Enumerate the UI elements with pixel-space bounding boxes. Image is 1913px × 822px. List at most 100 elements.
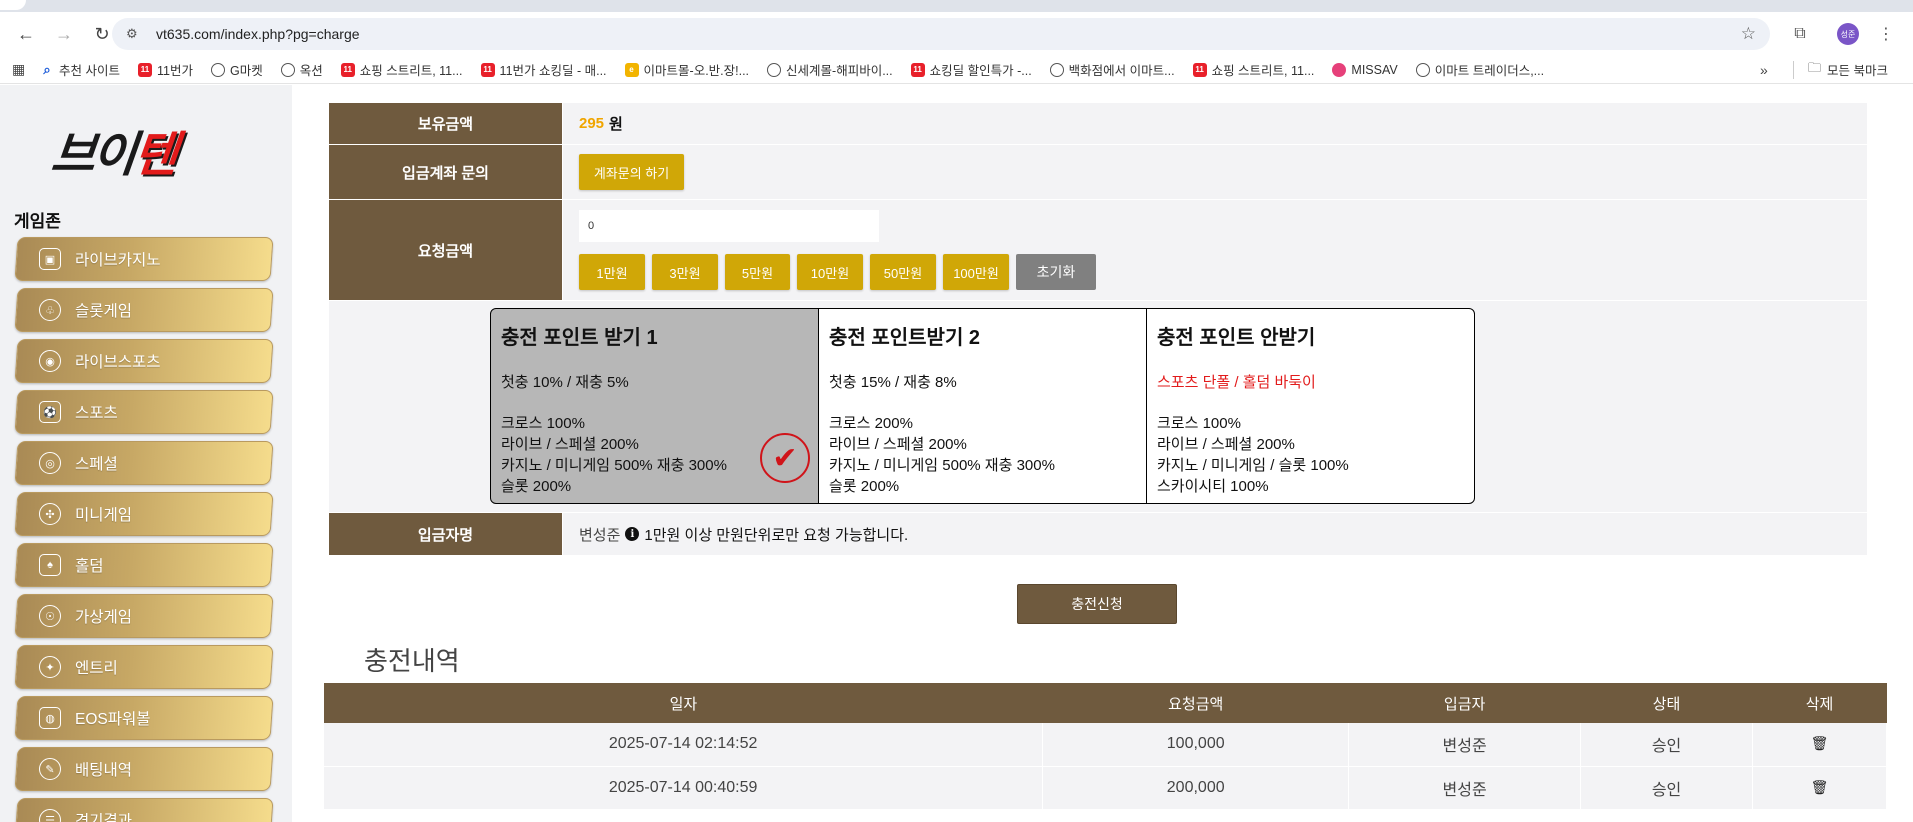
cell-date: 2025-07-14 02:14:52 bbox=[324, 723, 1044, 767]
bookmark-label: 추천 사이트 bbox=[59, 64, 120, 78]
sidebar-item[interactable]: ◉ 라이브스포츠 bbox=[14, 339, 274, 383]
bookmark-item[interactable]: 백화점에서 이마트... bbox=[1049, 60, 1175, 79]
cell-delete: 🗑 bbox=[1752, 766, 1887, 810]
menu-item-icon: ✣ bbox=[39, 503, 61, 525]
amount-button[interactable]: 50만원 bbox=[870, 254, 936, 290]
bookmark-label: 쇼핑 스트리트, 11... bbox=[1211, 64, 1315, 78]
amount-button[interactable]: 10만원 bbox=[797, 254, 863, 290]
bookmark-label: MISSAV bbox=[1351, 62, 1398, 77]
sidebar-item[interactable]: ☉ 가상게임 bbox=[14, 594, 274, 638]
apps-grid-icon[interactable]: ▦ bbox=[12, 61, 26, 78]
column-header: 입금자 bbox=[1348, 683, 1581, 723]
amount-button[interactable]: 3만원 bbox=[652, 254, 718, 290]
sidebar-item[interactable]: ♠ 홀덤 bbox=[14, 543, 274, 587]
point-option-card[interactable]: 충전 포인트받기 2 첫충 15% / 재충 8% 크로스 200% 라이브 / 스페… bbox=[818, 308, 1147, 504]
sidebar-item[interactable]: ⚽ 스포츠 bbox=[14, 390, 274, 434]
bookmark-item[interactable]: ⌕ 추천 사이트 bbox=[40, 60, 120, 79]
bookmark-item[interactable]: 11 쇼킹딜 할인특가 -... bbox=[910, 60, 1032, 79]
pink-favicon-icon bbox=[1332, 62, 1347, 77]
active-tab[interactable] bbox=[0, 0, 26, 10]
account-row: 입금계좌 문의 계좌문의 하기 bbox=[329, 145, 1867, 200]
cell-date: 2025-07-14 00:40:59 bbox=[324, 766, 1044, 810]
point-option-rate: 첫충 10% / 재충 5% bbox=[501, 374, 629, 391]
amount-button[interactable]: 5만원 bbox=[725, 254, 790, 290]
trash-icon[interactable]: 🗑 bbox=[1811, 735, 1829, 751]
point-option-card[interactable]: 충전 포인트 받기 1 첫충 10% / 재충 5% 크로스 100% 라이브 / 스… bbox=[490, 308, 819, 504]
depositor-name: 변성준 bbox=[579, 526, 621, 544]
column-header: 요청금액 bbox=[1042, 683, 1349, 723]
site-logo[interactable]: 브이텐 bbox=[48, 115, 179, 185]
bookmark-item[interactable]: 11 11번가 bbox=[137, 60, 193, 79]
bookmark-item[interactable]: 11 11번가 쇼킹딜 - 매... bbox=[480, 60, 607, 79]
bookmark-item[interactable]: e 이마트몰-오.반.장!... bbox=[624, 60, 749, 79]
sidebar-item-label: 라이브카지노 bbox=[75, 252, 161, 269]
bookmark-item[interactable]: 11 쇼핑 스트리트, 11... bbox=[340, 60, 463, 79]
main-content: 보유금액 295 원 입금계좌 문의 계좌문의 하기 요청금액 0 1만원 3만원… bbox=[292, 85, 1913, 822]
sidebar-item[interactable]: ▣ 라이브카지노 bbox=[14, 237, 274, 281]
back-icon[interactable]: ← bbox=[14, 22, 38, 46]
red-favicon-icon: 11 bbox=[340, 62, 355, 77]
menu-item-icon: ☉ bbox=[39, 605, 61, 627]
extensions-icon[interactable]: ⧉ bbox=[1788, 22, 1812, 46]
amount-input[interactable]: 0 bbox=[579, 210, 879, 242]
menu-item-icon: ◎ bbox=[39, 452, 61, 474]
point-option-card[interactable]: 충전 포인트 안받기 스포츠 단폴 / 홀덤 바둑이 크로스 100% 라이브 / 스… bbox=[1146, 308, 1475, 504]
sidebar: 브이텐 게임존 ▣ 라이브카지노 ♧ 슬롯게임 ◉ 라이브스포츠 ⚽ 스포츠 ◎ 스페셜 ✣ 미니게임… bbox=[0, 85, 292, 822]
profile-avatar[interactable]: 성준 bbox=[1836, 22, 1860, 46]
amount-button-group: 1만원 3만원 5만원 10만원 50만원 100만원 초기화 bbox=[579, 254, 1096, 290]
bookmark-item[interactable]: 11 쇼핑 스트리트, 11... bbox=[1192, 60, 1315, 79]
account-inquiry-button[interactable]: 계좌문의 하기 bbox=[579, 154, 684, 190]
reload-icon[interactable]: ↻ bbox=[90, 22, 114, 46]
reset-button[interactable]: 초기화 bbox=[1016, 254, 1096, 290]
red-favicon-icon: 11 bbox=[480, 62, 495, 77]
bookmark-label: 백화점에서 이마트... bbox=[1068, 64, 1175, 78]
history-table: 일자 요청금액 입금자 상태 삭제 2025-07-14 02:14:52 100,000… bbox=[324, 683, 1887, 810]
submit-charge-button[interactable]: 충전신청 bbox=[1017, 584, 1177, 624]
point-option-detail: 카지노 / 미니게임 / 슬롯 100% bbox=[1157, 457, 1349, 474]
bookmark-item[interactable]: 옥션 bbox=[280, 60, 323, 79]
menu-item-icon: ◉ bbox=[39, 350, 61, 372]
check-icon: ✔ bbox=[760, 433, 810, 483]
cell-depositor: 변성준 bbox=[1348, 723, 1582, 767]
bookmark-item[interactable]: G마켓 bbox=[210, 60, 263, 79]
red-favicon-icon: 11 bbox=[137, 62, 152, 77]
sidebar-item-label: 라이브스포츠 bbox=[75, 354, 161, 371]
address-bar[interactable]: ⚙ vt635.com/index.php?pg=charge ☆ bbox=[112, 18, 1770, 50]
menu-icon[interactable]: ⋮ bbox=[1874, 22, 1898, 46]
depositor-row: 입금자명 변성준 i 1만원 이상 만원단위로만 요청 가능합니다. bbox=[329, 513, 1867, 556]
sidebar-item-label: 경기결과 bbox=[75, 813, 133, 822]
globe-favicon-icon bbox=[1415, 62, 1430, 77]
all-bookmarks-folder[interactable]: 🗀 모든 북마크 bbox=[1808, 59, 1888, 81]
red-favicon-icon: 11 bbox=[1192, 62, 1207, 77]
depositor-cell: 변성준 i 1만원 이상 만원단위로만 요청 가능합니다. bbox=[563, 513, 1867, 555]
bookmark-item[interactable]: 이마트 트레이더스,... bbox=[1415, 60, 1544, 79]
sidebar-item-label: 슬롯게임 bbox=[75, 303, 133, 320]
bookmark-star-icon[interactable]: ☆ bbox=[1741, 24, 1756, 44]
sidebar-item-label: 배팅내역 bbox=[75, 762, 133, 779]
column-header: 일자 bbox=[324, 683, 1043, 723]
section-title: 게임존 bbox=[14, 212, 61, 231]
more-bookmarks-icon[interactable]: » bbox=[1760, 62, 1768, 78]
sidebar-item[interactable]: ☰ 경기결과 bbox=[14, 798, 274, 822]
bookmark-item[interactable]: 신세계몰-해피바이... bbox=[767, 60, 893, 79]
sidebar-item[interactable]: ◍ EOS파워볼 bbox=[14, 696, 274, 740]
bookmark-item[interactable]: MISSAV bbox=[1332, 62, 1398, 77]
menu-item-icon: ♠ bbox=[39, 554, 61, 576]
sidebar-item[interactable]: ✦ 엔트리 bbox=[14, 645, 274, 689]
trash-icon[interactable]: 🗑 bbox=[1811, 779, 1829, 795]
sidebar-item-label: 홀덤 bbox=[75, 558, 104, 575]
point-option-cards: 충전 포인트 받기 1 첫충 10% / 재충 5% 크로스 100% 라이브 / 스… bbox=[329, 308, 1867, 512]
site-info-icon[interactable]: ⚙ bbox=[126, 26, 146, 42]
sidebar-item[interactable]: ◎ 스페셜 bbox=[14, 441, 274, 485]
account-label: 입금계좌 문의 bbox=[329, 145, 563, 199]
sidebar-item[interactable]: ✎ 배팅내역 bbox=[14, 747, 274, 791]
url-text[interactable]: vt635.com/index.php?pg=charge bbox=[156, 26, 360, 42]
sidebar-item[interactable]: ✣ 미니게임 bbox=[14, 492, 274, 536]
page-content: 브이텐 게임존 ▣ 라이브카지노 ♧ 슬롯게임 ◉ 라이브스포츠 ⚽ 스포츠 ◎ 스페셜 ✣ 미니게임… bbox=[0, 85, 1913, 822]
amount-button[interactable]: 100만원 bbox=[943, 254, 1009, 290]
amount-button[interactable]: 1만원 bbox=[579, 254, 645, 290]
forward-icon[interactable]: → bbox=[52, 22, 76, 46]
sidebar-item[interactable]: ♧ 슬롯게임 bbox=[14, 288, 274, 332]
point-option-rate: 첫충 15% / 재충 8% bbox=[829, 374, 957, 391]
